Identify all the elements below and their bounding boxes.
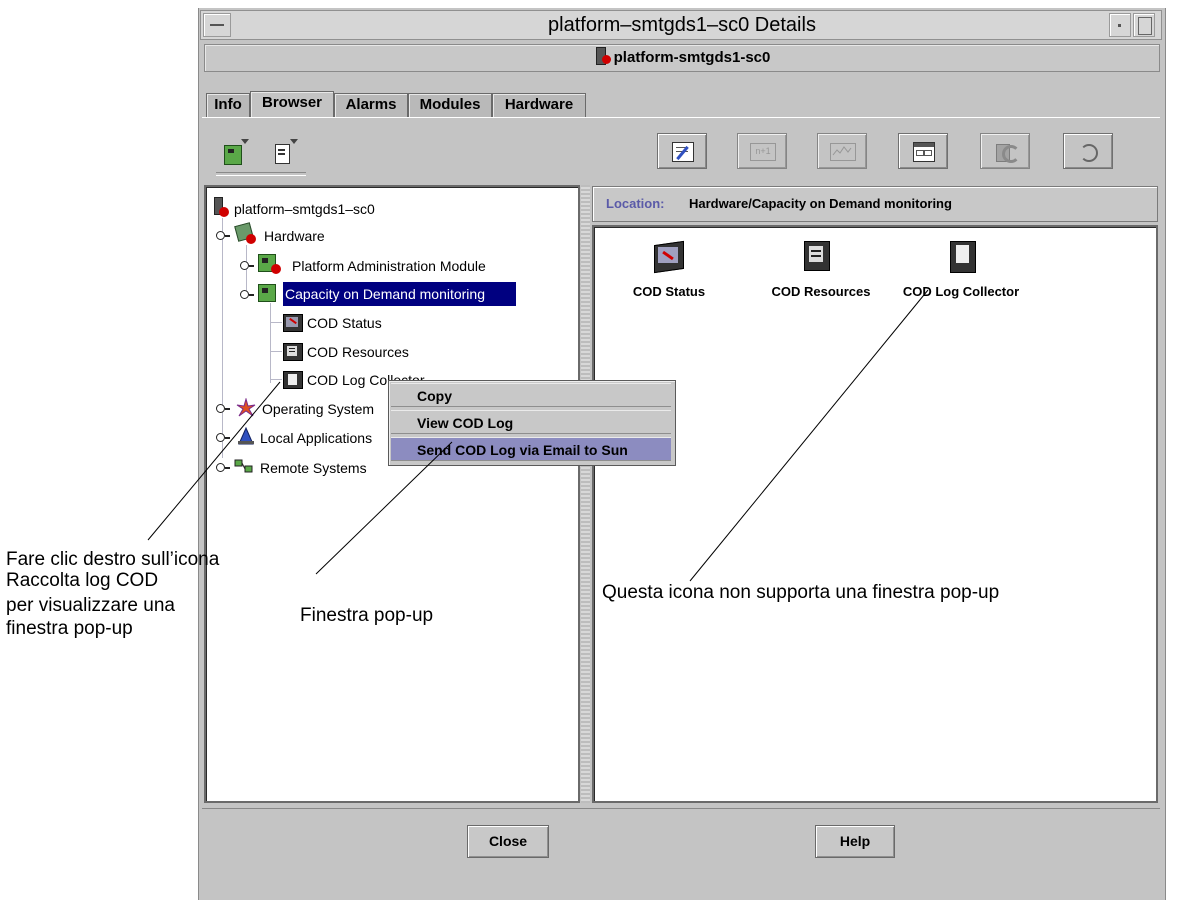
- annotation-right: Questa icona non supporta una finestra p…: [602, 582, 1000, 603]
- annotation-left-line2: Raccolta log COD: [6, 570, 159, 591]
- annotation-left-line3: per visualizzare una: [6, 595, 175, 616]
- callout-lines: [147, 289, 929, 582]
- callout-line-right: [689, 289, 929, 582]
- annotation-left-line4: finestra pop-up: [6, 618, 133, 639]
- annotation-middle: Finestra pop-up: [300, 605, 434, 626]
- callout-line-middle: [315, 441, 453, 575]
- callout-line-left: [147, 381, 281, 541]
- annotation-left-line1: Fare clic destro sull’icona: [6, 549, 220, 570]
